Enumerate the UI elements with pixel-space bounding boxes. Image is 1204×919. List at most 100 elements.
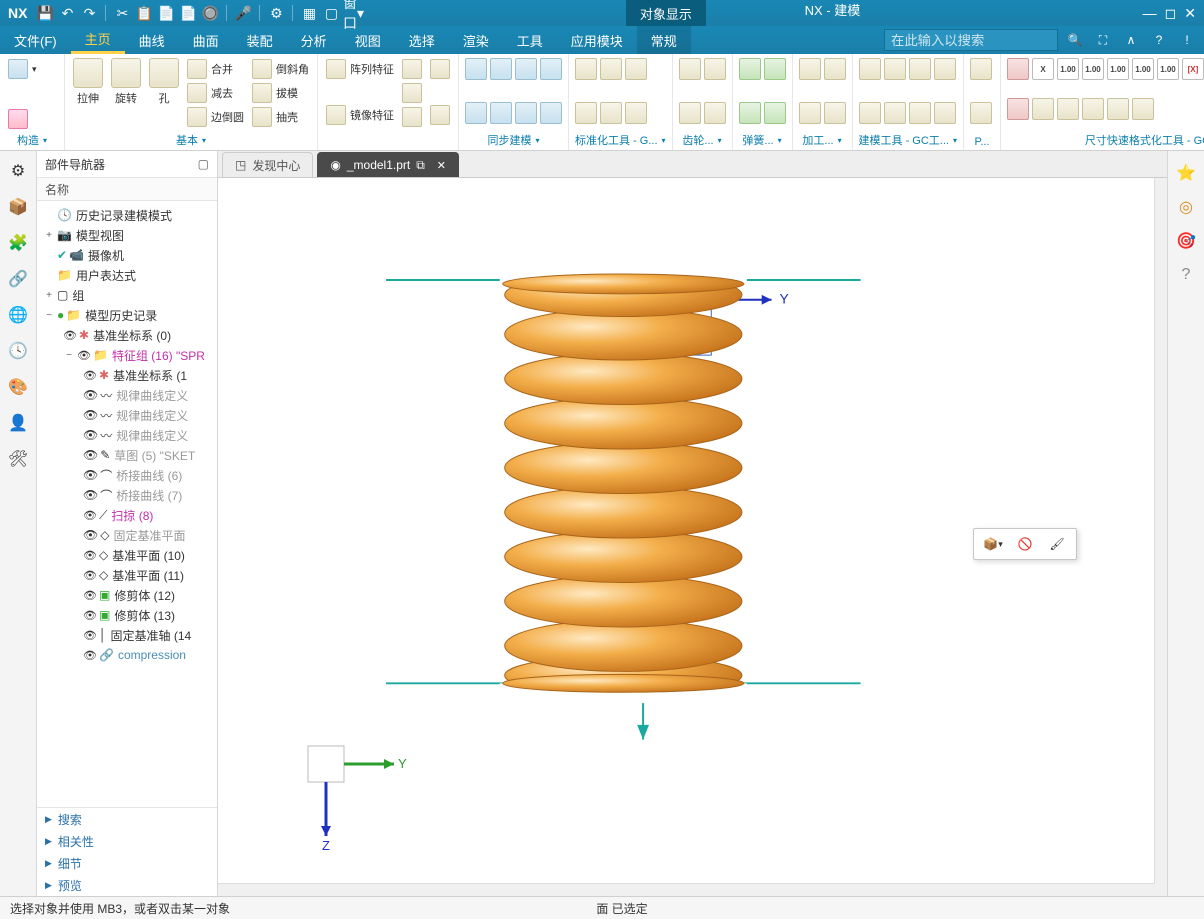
pattern-more-1[interactable] xyxy=(400,58,424,80)
close-button[interactable]: ✕ xyxy=(1184,5,1196,22)
vertical-scrollbar[interactable] xyxy=(1154,178,1167,884)
mfg-tool[interactable] xyxy=(824,58,846,80)
rb-roles-icon[interactable]: 👤 xyxy=(4,409,32,437)
qat-copy-icon[interactable]: 📋 xyxy=(134,3,154,23)
navigator-tree[interactable]: 🕓历史记录建模模式 +📷模型视图 ✔📹摄像机 📁用户表达式 +▢组 −●📁模型历… xyxy=(37,201,217,807)
tree-node-feature-group-16[interactable]: −📁特征组 (16) "SPR xyxy=(37,345,217,365)
tree-node-model-views[interactable]: +📷模型视图 xyxy=(37,225,217,245)
dim-tool[interactable] xyxy=(1082,98,1104,120)
qat-mic-icon[interactable]: 🎤 xyxy=(233,3,253,23)
menu-curve[interactable]: 曲线 xyxy=(125,26,179,54)
dim-tool[interactable] xyxy=(1007,98,1029,120)
quick-pick-toolbar[interactable]: 📦 ▾ 🚫 🖌 xyxy=(973,528,1077,560)
tree-node-trim-body-12[interactable]: ▣修剪体 (12) xyxy=(37,585,217,605)
dim-tool[interactable]: 1.00 xyxy=(1107,58,1129,80)
pattern-feature-button[interactable]: 阵列特征 xyxy=(324,58,396,80)
model-tool[interactable] xyxy=(934,102,956,124)
tab-close-icon[interactable]: ✕ xyxy=(437,159,446,172)
menu-render[interactable]: 渲染 xyxy=(449,26,503,54)
revolve-button[interactable]: 旋转 xyxy=(109,58,143,106)
gear-tool[interactable] xyxy=(704,58,726,80)
qat-redo-icon[interactable]: ↷ xyxy=(79,3,99,23)
rb-assembly-navigator-icon[interactable]: 🧩 xyxy=(4,229,32,257)
menu-assembly[interactable]: 装配 xyxy=(233,26,287,54)
menu-application[interactable]: 应用模块 xyxy=(557,26,637,54)
model-tool[interactable] xyxy=(884,102,906,124)
search-input[interactable] xyxy=(884,29,1058,51)
tree-node-law-curve-2[interactable]: 👁〰规律曲线定义 xyxy=(37,385,217,405)
help-icon[interactable]: ? xyxy=(1148,29,1170,51)
rb-palette-icon[interactable]: 🎨 xyxy=(4,373,32,401)
tree-node-fixed-datum-axis-14[interactable]: │固定基准轴 (14 xyxy=(37,625,217,645)
sync-tool[interactable] xyxy=(540,58,562,80)
dim-tool[interactable]: [X] xyxy=(1182,58,1204,80)
tree-node-fixed-datum-plane-9[interactable]: 👁◇固定基准平面 xyxy=(37,525,217,545)
tree-node-groups[interactable]: +▢组 xyxy=(37,285,217,305)
rb-history-icon[interactable]: 🕓 xyxy=(4,337,32,365)
view-triad[interactable]: Y Z xyxy=(298,736,418,856)
tree-node-sketch-5[interactable]: 👁✎草图 (5) "SKET xyxy=(37,445,217,465)
dim-tool[interactable] xyxy=(1107,98,1129,120)
pattern-more-2[interactable] xyxy=(400,82,424,104)
accordion-search[interactable]: ▶搜索 xyxy=(37,808,217,830)
rb-help2-icon[interactable]: ? xyxy=(1174,263,1198,287)
tree-node-compression[interactable]: 🔗compression xyxy=(37,645,217,665)
subtract-button[interactable]: 减去 xyxy=(185,82,246,104)
dim-tool[interactable]: 1.00 xyxy=(1082,58,1104,80)
std-tool[interactable] xyxy=(625,102,647,124)
menu-analysis[interactable]: 分析 xyxy=(287,26,341,54)
navigator-col-name[interactable]: 名称 xyxy=(37,178,217,201)
model-tool[interactable] xyxy=(934,58,956,80)
gear-tool[interactable] xyxy=(679,58,701,80)
tree-node-law-curve-3[interactable]: 👁〰规律曲线定义 xyxy=(37,405,217,425)
sync-tool[interactable] xyxy=(465,102,487,124)
construct-tool-1[interactable]: ▾ xyxy=(6,58,39,80)
sync-tool[interactable] xyxy=(465,58,487,80)
model-tool[interactable] xyxy=(859,102,881,124)
chamfer-button[interactable]: 倒斜角 xyxy=(250,58,311,80)
dim-tool[interactable]: 1.00 xyxy=(1132,58,1154,80)
shell-button[interactable]: 抽壳 xyxy=(250,106,311,128)
std-tool[interactable] xyxy=(575,102,597,124)
menu-file[interactable]: 文件(F) xyxy=(0,26,71,54)
p-tool[interactable] xyxy=(970,58,992,80)
qat-window-icon[interactable]: ▢ xyxy=(321,3,341,23)
mfg-tool[interactable] xyxy=(799,102,821,124)
p-tool[interactable] xyxy=(970,102,992,124)
maximize-button[interactable]: ◻ xyxy=(1165,5,1177,22)
std-tool[interactable] xyxy=(575,58,597,80)
menu-home[interactable]: 主页 xyxy=(71,26,125,54)
spring-body[interactable] xyxy=(500,268,747,703)
construct-tool-2[interactable] xyxy=(6,108,39,130)
qat-circle-icon[interactable]: 🔘 xyxy=(200,3,220,23)
spring-tool[interactable] xyxy=(739,58,761,80)
spring-tool[interactable] xyxy=(739,102,761,124)
quickpick-hide-icon[interactable]: 🚫 xyxy=(1014,533,1036,555)
std-tool[interactable] xyxy=(600,58,622,80)
tree-node-model-history[interactable]: −●📁模型历史记录 xyxy=(37,305,217,325)
unite-button[interactable]: 合并 xyxy=(185,58,246,80)
qat-undo-icon[interactable]: ↶ xyxy=(57,3,77,23)
tree-node-bridge-curve-6[interactable]: 👁⌒桥接曲线 (6) xyxy=(37,465,217,485)
model-tool[interactable] xyxy=(884,58,906,80)
tree-node-datum-csys-0[interactable]: ✱基准坐标系 (0) xyxy=(37,325,217,345)
std-tool[interactable] xyxy=(600,102,622,124)
sync-tool[interactable] xyxy=(540,102,562,124)
edge-blend-button[interactable]: 边倒圆 xyxy=(185,106,246,128)
tree-node-datum-plane-11[interactable]: ◇基准平面 (11) xyxy=(37,565,217,585)
mfg-tool[interactable] xyxy=(799,58,821,80)
qat-save-icon[interactable]: 💾 xyxy=(35,3,55,23)
tree-node-swept-8[interactable]: ⟋扫掠 (8) xyxy=(37,505,217,525)
pattern-more-4[interactable] xyxy=(428,58,452,80)
info-icon[interactable]: ! xyxy=(1176,29,1198,51)
accordion-dependency[interactable]: ▶相关性 xyxy=(37,830,217,852)
accordion-preview[interactable]: ▶预览 xyxy=(37,874,217,896)
dim-tool[interactable] xyxy=(1057,98,1079,120)
tree-node-law-curve-4[interactable]: 👁〰规律曲线定义 xyxy=(37,425,217,445)
spring-tool[interactable] xyxy=(764,58,786,80)
dim-tool[interactable] xyxy=(1032,98,1054,120)
hole-button[interactable]: 孔 xyxy=(147,58,181,106)
sync-tool[interactable] xyxy=(490,102,512,124)
viewport[interactable]: Y xyxy=(218,178,1167,896)
tree-node-history-mode[interactable]: 🕓历史记录建模模式 xyxy=(37,205,217,225)
